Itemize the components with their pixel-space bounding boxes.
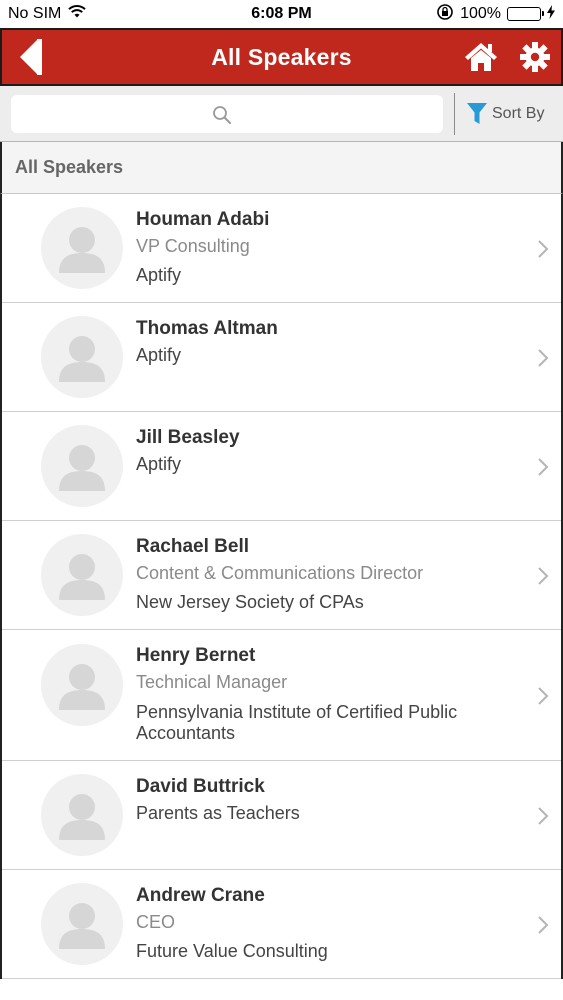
avatar-placeholder-icon	[41, 207, 123, 289]
speaker-list: Houman Adabi VP Consulting Aptify Thomas…	[0, 194, 563, 979]
speaker-info: David Buttrick Parents as Teachers	[136, 775, 516, 828]
search-input[interactable]	[11, 95, 443, 133]
speaker-company: Future Value Consulting	[136, 941, 328, 961]
speaker-title: VP Consulting	[136, 236, 250, 256]
sort-by-button[interactable]: Sort By	[466, 100, 544, 128]
speaker-title: CEO	[136, 912, 176, 932]
home-button[interactable]	[464, 41, 498, 73]
battery-percent: 100%	[460, 5, 501, 22]
chevron-right-icon	[538, 916, 549, 934]
home-icon	[465, 43, 497, 71]
speaker-info: Houman Adabi VP Consulting Aptify	[136, 208, 516, 290]
speaker-company: Parents as Teachers	[136, 803, 300, 823]
chevron-right-icon	[538, 240, 549, 258]
carrier-label: No SIM	[8, 5, 62, 22]
speaker-info: Andrew Crane CEO Future Value Consulting	[136, 884, 516, 966]
rotation-lock-icon	[436, 3, 454, 26]
speaker-name: Jill Beasley	[136, 427, 240, 448]
navigation-bar: All Speakers	[0, 28, 563, 86]
chevron-right-icon	[538, 567, 549, 585]
speaker-info: Henry Bernet Technical Manager Pennsylva…	[136, 644, 516, 744]
section-title: All Speakers	[15, 157, 124, 177]
chevron-right-icon	[538, 687, 549, 705]
battery-icon	[507, 7, 544, 21]
avatar-placeholder-icon	[41, 316, 123, 398]
speaker-company: Aptify	[136, 265, 182, 285]
speaker-row[interactable]: Thomas Altman Aptify	[2, 303, 561, 412]
speaker-name: Houman Adabi	[136, 209, 270, 230]
settings-button[interactable]	[518, 41, 552, 73]
speaker-company: Pennsylvania Institute of Certified Publ…	[136, 702, 458, 743]
speaker-company: New Jersey Society of CPAs	[136, 592, 364, 612]
funnel-icon	[467, 103, 487, 124]
speaker-row[interactable]: Henry Bernet Technical Manager Pennsylva…	[2, 630, 561, 761]
avatar-placeholder-icon	[41, 425, 123, 507]
speaker-company: Aptify	[136, 345, 182, 365]
sort-by-label: Sort By	[492, 105, 545, 122]
avatar-placeholder-icon	[41, 774, 123, 856]
speaker-name: Andrew Crane	[136, 885, 265, 906]
wifi-icon	[67, 4, 87, 24]
charging-icon	[547, 4, 555, 24]
speaker-row[interactable]: Jill Beasley Aptify	[2, 412, 561, 521]
speaker-company: Aptify	[136, 454, 182, 474]
chevron-right-icon	[538, 807, 549, 825]
section-header: All Speakers	[0, 142, 563, 194]
status-right: 100%	[436, 3, 555, 26]
speaker-row[interactable]: Houman Adabi VP Consulting Aptify	[2, 194, 561, 303]
avatar-placeholder-icon	[41, 883, 123, 965]
gear-icon	[520, 42, 550, 72]
speaker-name: Thomas Altman	[136, 318, 278, 339]
speaker-row[interactable]: Rachael Bell Content & Communications Di…	[2, 521, 561, 630]
search-bar: Sort By	[0, 86, 563, 142]
avatar-placeholder-icon	[41, 534, 123, 616]
speaker-info: Rachael Bell Content & Communications Di…	[136, 535, 516, 617]
speaker-info: Thomas Altman Aptify	[136, 317, 516, 370]
speaker-title: Technical Manager	[136, 672, 288, 692]
avatar-placeholder-icon	[41, 644, 123, 726]
speaker-name: Rachael Bell	[136, 536, 249, 557]
chevron-right-icon	[538, 349, 549, 367]
chevron-right-icon	[538, 458, 549, 476]
speaker-info: Jill Beasley Aptify	[136, 426, 516, 479]
speaker-name: Henry Bernet	[136, 645, 256, 666]
status-left: No SIM	[8, 4, 436, 24]
speaker-name: David Buttrick	[136, 776, 265, 797]
sort-divider	[454, 93, 455, 135]
speaker-row[interactable]: Andrew Crane CEO Future Value Consulting	[2, 870, 561, 979]
speaker-title: Content & Communications Director	[136, 563, 424, 583]
status-bar: No SIM 6:08 PM 100%	[0, 0, 563, 28]
speaker-row[interactable]: David Buttrick Parents as Teachers	[2, 761, 561, 870]
